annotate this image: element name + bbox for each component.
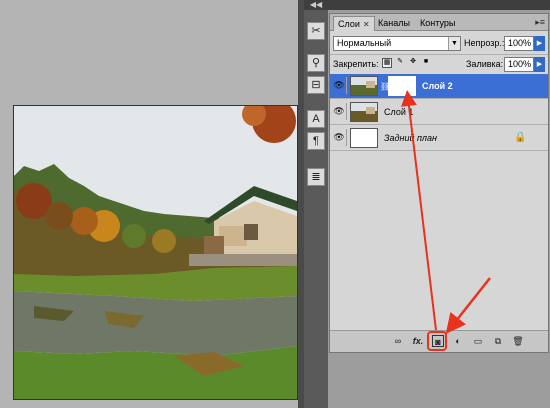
photo-image (13, 105, 298, 400)
visibility-eye-icon[interactable]: 👁 (332, 103, 347, 120)
opacity-field[interactable]: 100% (504, 36, 534, 51)
layer-row-1[interactable]: 👁 Слой 1 (330, 100, 548, 125)
lock-row: Закрепить: ▦ ✎ ✥ ■ Заливка: 100% ▶ (330, 54, 548, 74)
stamp-icon[interactable]: ⊟ (307, 76, 325, 94)
trash-icon[interactable]: 🗑 (512, 335, 524, 347)
blend-row: Нормальный ▼ Непрозр.: 100% ▶ (330, 34, 548, 54)
layer-mask-thumbnail[interactable] (388, 76, 416, 96)
tab-layers[interactable]: Слои ✕ (333, 16, 375, 31)
layer-row-background[interactable]: 👁 Задний план 🔒 (330, 126, 548, 151)
layers-bottom-bar: ∞ fx. ◙ ◐ ▭ ⧉ 🗑 (330, 330, 548, 352)
add-mask-icon[interactable]: ◙ (432, 335, 444, 347)
fx-icon[interactable]: fx. (412, 335, 424, 347)
paragraph-icon[interactable]: ¶ (307, 132, 325, 150)
tool-strip: ◀◀ ✂ ⚲ ⊟ A ¶ ≣ (304, 0, 328, 408)
lock-transparency-icon[interactable]: ▦ (382, 58, 392, 68)
group-icon[interactable]: ▭ (472, 335, 484, 347)
lock-position-icon[interactable]: ✥ (408, 58, 418, 68)
layers-panel: Слои ✕ Каналы Контуры ▸≡ Нормальный ▼ Непр… (328, 0, 550, 408)
layer-name[interactable]: Задний план (384, 126, 437, 151)
layer-thumbnail[interactable] (350, 102, 378, 122)
adjustment-icon[interactable]: ◐ (452, 335, 464, 347)
collapse-tools-button[interactable]: ◀◀ (304, 0, 328, 10)
lock-label: Закрепить: (333, 59, 379, 69)
blend-mode-select[interactable]: Нормальный ▼ (333, 36, 461, 51)
tab-row: Слои ✕ Каналы Контуры ▸≡ (330, 14, 548, 31)
layer-row-2[interactable]: 👁 ⛓ Слой 2 (330, 74, 548, 99)
tab-channels[interactable]: Каналы (374, 16, 414, 31)
new-layer-icon[interactable]: ⧉ (492, 335, 504, 347)
panel-menu-icon[interactable]: ▸≡ (535, 17, 545, 28)
lock-all-icon[interactable]: ■ (421, 58, 431, 68)
close-tab-icon[interactable]: ✕ (363, 20, 370, 29)
fill-slider-button[interactable]: ▶ (534, 57, 545, 72)
fill-label: Заливка: (466, 59, 504, 69)
layer-name[interactable]: Слой 2 (422, 74, 453, 99)
document-canvas[interactable] (0, 0, 298, 408)
opacity-slider-button[interactable]: ▶ (534, 36, 545, 51)
layer-thumbnail[interactable] (350, 128, 378, 148)
link-icon[interactable]: ∞ (392, 335, 404, 347)
lock-icon: 🔒 (514, 132, 527, 143)
panel-topbar[interactable] (328, 0, 550, 10)
visibility-eye-icon[interactable]: 👁 (332, 129, 347, 146)
visibility-eye-icon[interactable]: 👁 (332, 77, 347, 94)
layer-thumbnail[interactable] (350, 76, 378, 96)
fill-field[interactable]: 100% (504, 57, 534, 72)
tab-paths[interactable]: Контуры (416, 16, 459, 31)
text-icon[interactable]: A (307, 110, 325, 128)
lock-pixels-icon[interactable]: ✎ (395, 58, 405, 68)
layer-name[interactable]: Слой 1 (384, 100, 413, 125)
opacity-label: Непрозр.: (464, 38, 505, 48)
brush-icon[interactable]: ⚲ (307, 54, 325, 72)
layers-panel-body: Слои ✕ Каналы Контуры ▸≡ Нормальный ▼ Непр… (329, 13, 549, 353)
document-icon[interactable]: ≣ (307, 168, 325, 186)
chevron-down-icon: ▼ (448, 37, 460, 50)
tools-icon[interactable]: ✂ (307, 22, 325, 40)
